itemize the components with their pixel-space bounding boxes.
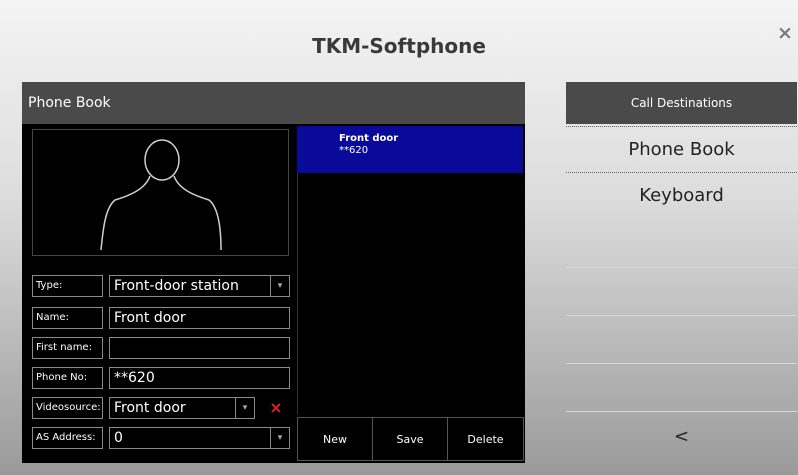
destination-empty-slot[interactable] [566,221,797,268]
type-select[interactable]: Front-door station [109,275,271,297]
as-address-dropdown-icon[interactable]: ▾ [270,427,290,449]
contact-name: Front door [339,133,399,144]
first-name-label: First name: [32,337,103,359]
destination-phone-book[interactable]: Phone Book [566,126,797,173]
destination-empty-slot[interactable] [566,365,797,412]
type-label: Type: [32,275,103,297]
back-button[interactable]: < [566,414,797,461]
phone-label: Phone No: [32,367,103,389]
clear-videosource-icon[interactable]: × [265,397,287,419]
app-title: TKM-Softphone [312,34,486,58]
phone-field[interactable]: **620 [109,367,290,389]
destination-empty-slot[interactable] [566,317,797,364]
as-address-label: AS Address: [32,427,103,449]
destination-keyboard[interactable]: Keyboard [566,173,797,220]
videosource-dropdown-icon[interactable]: ▾ [235,397,255,419]
close-icon[interactable]: × [777,22,793,44]
videosource-label: Videosource: [32,397,103,419]
first-name-field[interactable] [109,337,290,359]
contact-photo [32,129,289,256]
delete-button[interactable]: Delete [447,417,524,461]
videosource-select[interactable]: Front door [109,397,236,419]
save-button[interactable]: Save [372,417,448,461]
list-item[interactable]: Front door **620 [297,126,523,173]
person-silhouette-icon [100,139,222,251]
name-label: Name: [32,307,103,329]
as-address-select[interactable]: 0 [109,427,271,449]
contact-number: **620 [339,145,369,156]
phone-book-header: Phone Book [22,82,525,124]
new-button[interactable]: New [297,417,373,461]
destination-empty-slot[interactable] [566,269,797,316]
call-destinations-header: Call Destinations [566,82,797,124]
type-dropdown-icon[interactable]: ▾ [270,275,290,297]
name-field[interactable]: Front door [109,307,290,329]
